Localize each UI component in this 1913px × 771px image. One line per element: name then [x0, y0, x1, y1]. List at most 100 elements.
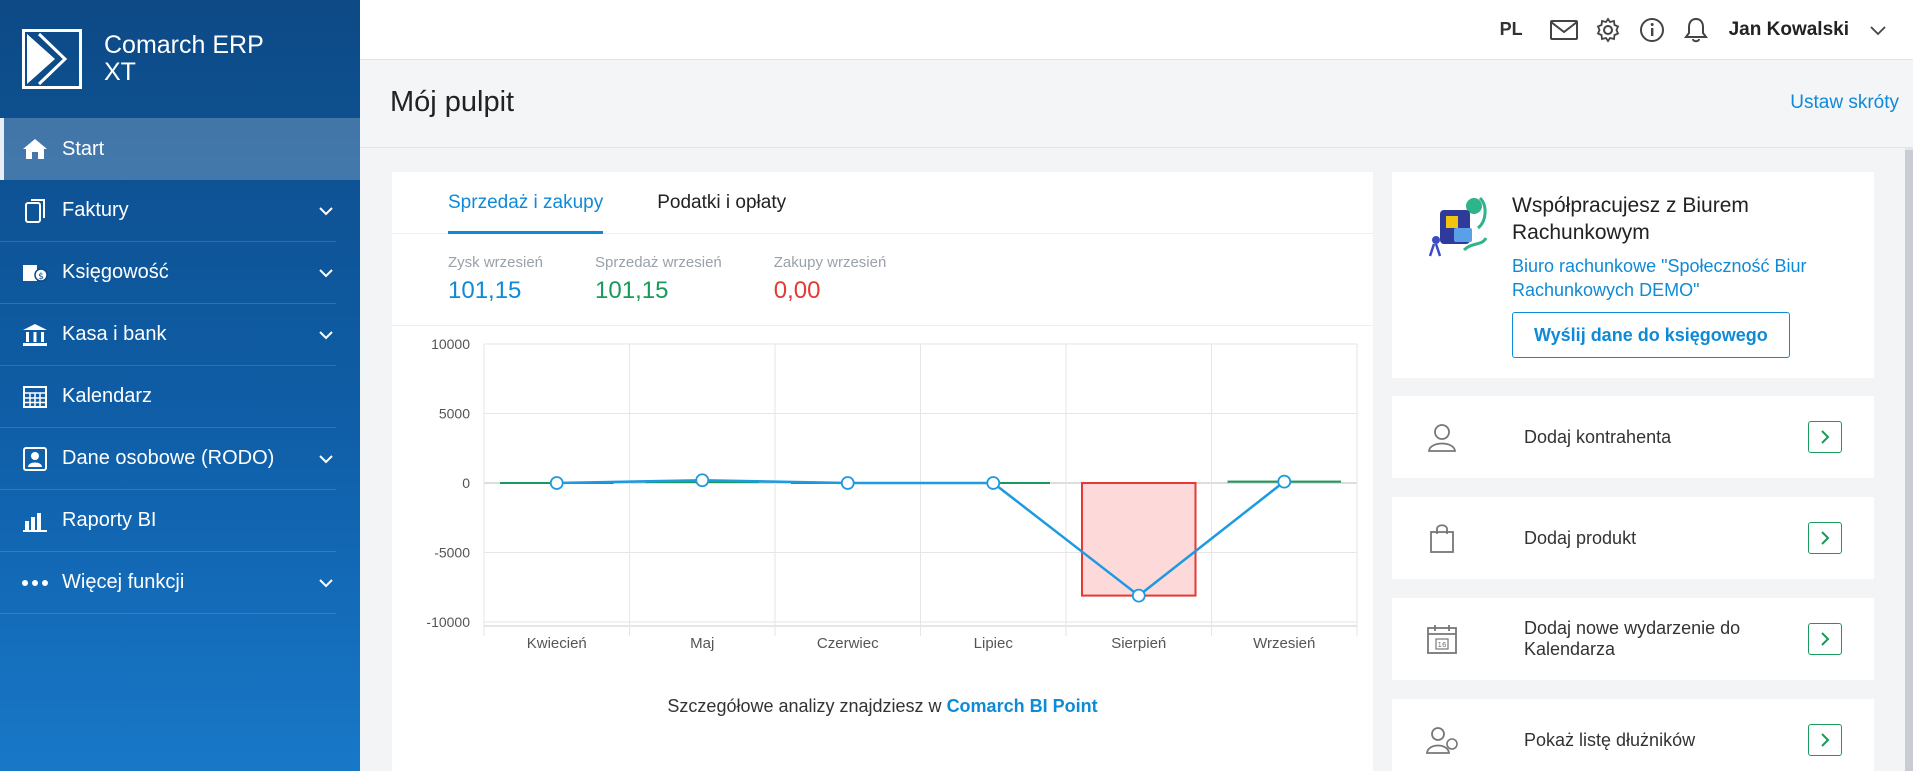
page-title: Mój pulpit [390, 86, 515, 118]
gear-icon[interactable] [1593, 15, 1623, 45]
sidebar-item-label: Start [62, 137, 105, 160]
sidebar-item-start[interactable]: Start [0, 118, 360, 180]
invoice-icon [22, 198, 48, 224]
main-nav: Start Faktury $ Księgowość Kasa i bank K… [0, 118, 360, 614]
kpi-value: 101,15 [448, 277, 522, 304]
kpi-label: Zysk wrzesień [448, 254, 544, 271]
sidebar-item-faktury[interactable]: Faktury [0, 180, 336, 242]
add-calendar-event-action[interactable]: 16 Dodaj nowe wydarzenie do Kalendarza [1392, 598, 1874, 680]
sidebar-item-wiecej-funkcji[interactable]: Więcej funkcji [0, 552, 336, 614]
kpi-label: Zakupy wrzesień [773, 254, 887, 271]
page-header: Mój pulpit Ustaw skróty [360, 60, 1913, 148]
x-tick-label: Maj [690, 635, 714, 652]
more-dots-icon [22, 570, 48, 596]
sidebar-item-kalendarz[interactable]: Kalendarz [0, 366, 336, 428]
mail-icon[interactable] [1549, 15, 1579, 45]
sidebar-item-dane-osobowe[interactable]: Dane osobowe (RODO) [0, 428, 336, 490]
chevron-down-icon[interactable] [1863, 15, 1893, 45]
line-point [695, 473, 710, 488]
line-point [1131, 588, 1146, 603]
app-name-line2: XT [104, 58, 136, 86]
shopping-bag-icon [1422, 518, 1462, 558]
chevron-down-icon [319, 206, 333, 215]
sidebar-item-raporty-bi[interactable]: Raporty BI [0, 490, 336, 552]
svg-text:$: $ [38, 272, 44, 282]
person-icon [1422, 417, 1462, 457]
y-tick-label: 0 [462, 475, 470, 491]
action-label: Dodaj kontrahenta [1524, 426, 1672, 447]
set-shortcuts-link[interactable]: Ustaw skróty [1790, 92, 1899, 114]
line-point [986, 476, 1001, 490]
chart-footer-text: Szczegółowe analizy znajdziesz w [667, 696, 947, 716]
line-point [549, 476, 564, 490]
tab-podatki-i-oplaty[interactable]: Podatki i opłaty [657, 172, 786, 234]
sidebar-item-label: Dane osobowe (RODO) [62, 447, 275, 469]
office-title: Współpracujesz z Biurem Rachunkowym [1512, 194, 1749, 244]
chevron-right-icon[interactable] [1808, 724, 1842, 756]
bi-point-link[interactable]: Comarch BI Point [947, 696, 1098, 716]
chart-svg: 10000 5000 0 -5000 -10000 Kwiecień Maj Czerwiec… [426, 336, 1358, 652]
chevron-down-icon [319, 268, 333, 277]
chart-footer: Szczegółowe analizy znajdziesz w Comarch… [392, 696, 1373, 717]
sidebar-item-label: Raporty BI [62, 509, 157, 531]
y-tick-label: -10000 [426, 614, 470, 630]
brand[interactable]: Comarch ERP XT [0, 0, 360, 118]
person-card-icon [22, 446, 48, 472]
debtors-list-action[interactable]: Pokaż listę dłużników [1392, 699, 1874, 771]
chevron-down-icon [319, 578, 333, 587]
action-label: Dodaj produkt [1524, 527, 1637, 548]
kpi-label: Sprzedaż wrzesień [595, 254, 722, 271]
sales-dashboard-card: Sprzedaż i zakupy Podatki i opłaty Zysk … [392, 172, 1373, 771]
user-name[interactable]: Jan Kowalski [1729, 19, 1849, 41]
accounting-icon: $ [22, 260, 48, 286]
sidebar-item-ksiegowosc[interactable]: $ Księgowość [0, 242, 336, 304]
comarch-logo-icon [22, 29, 82, 89]
y-tick-label: 5000 [439, 406, 470, 422]
app-name: Comarch ERP XT [104, 32, 264, 86]
sales-chart: 10000 5000 0 -5000 -10000 Kwiecień Maj Czerwiec… [392, 326, 1373, 706]
sidebar-item-label: Faktury [62, 199, 129, 221]
scrollbar-thumb[interactable] [1905, 150, 1913, 771]
line-point [840, 476, 855, 490]
sidebar-item-label: Kalendarz [62, 385, 153, 407]
home-icon [22, 136, 48, 162]
kpi-purchases: Zakupy wrzesień 0,00 [774, 254, 887, 325]
sidebar-item-kasa-i-bank[interactable]: Kasa i bank [0, 304, 336, 366]
bank-icon [22, 322, 48, 348]
app-name-line1: Comarch ERP [104, 31, 264, 59]
x-tick-label: Wrzesień [1253, 635, 1315, 652]
x-tick-label: Kwiecień [527, 635, 587, 652]
tab-sprzedaz-i-zakupy[interactable]: Sprzedaż i zakupy [448, 172, 604, 234]
sidebar: Comarch ERP XT Start Faktury $ Księgowoś… [0, 0, 360, 771]
office-name-link[interactable]: Biuro rachunkowe "Społeczność Biur Rachu… [1512, 254, 1862, 302]
kpi-sales: Sprzedaż wrzesień 101,15 [595, 254, 722, 325]
office-illustration-icon [1422, 192, 1494, 264]
sidebar-item-label: Księgowość [62, 261, 169, 283]
bar-purchases [1081, 482, 1197, 597]
bar-chart-icon [22, 508, 48, 534]
add-contractor-action[interactable]: Dodaj kontrahenta [1392, 396, 1874, 478]
kpi-value: 0,00 [773, 277, 821, 304]
x-tick-label: Lipiec [974, 635, 1014, 652]
action-label: Dodaj nowe wydarzenie do Kalendarza [1524, 618, 1741, 659]
send-to-accountant-button[interactable]: Wyślij dane do księgowego [1512, 312, 1790, 358]
sidebar-item-label: Więcej funkcji [62, 571, 185, 593]
debtors-icon [1422, 720, 1462, 760]
kpi-row: Zysk wrzesień 101,15 Sprzedaż wrzesień 1… [392, 234, 1373, 326]
info-icon[interactable] [1637, 15, 1667, 45]
line-point [1277, 474, 1292, 489]
calendar-event-icon: 16 [1422, 619, 1462, 659]
chevron-right-icon[interactable] [1808, 522, 1842, 554]
dashboard-tabs: Sprzedaż i zakupy Podatki i opłaty [392, 172, 1373, 234]
action-label: Pokaż listę dłużników [1524, 729, 1696, 750]
chevron-right-icon[interactable] [1808, 421, 1842, 453]
language-switch[interactable]: PL [1500, 19, 1523, 40]
x-tick-label: Czerwiec [817, 635, 879, 652]
y-tick-label: -5000 [434, 545, 470, 561]
chevron-right-icon[interactable] [1808, 623, 1842, 655]
bell-icon[interactable] [1681, 15, 1711, 45]
topbar: PL Jan Kowalski [360, 0, 1913, 60]
chevron-down-icon [319, 454, 333, 463]
add-product-action[interactable]: Dodaj produkt [1392, 497, 1874, 579]
chevron-down-icon [319, 330, 333, 339]
